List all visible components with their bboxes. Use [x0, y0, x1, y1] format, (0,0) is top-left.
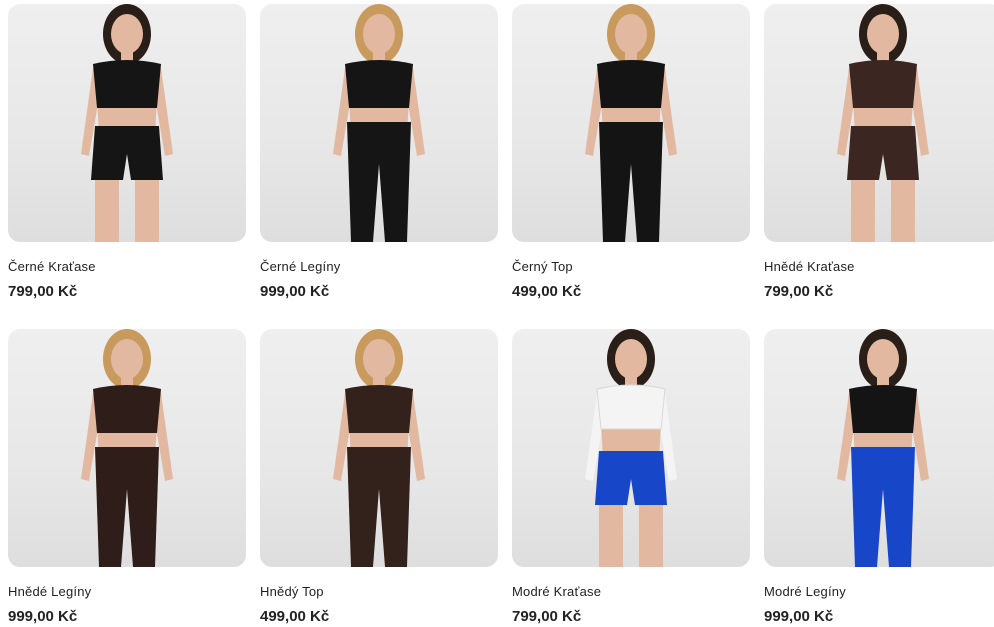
head: [111, 339, 143, 379]
product-price: 799,00 Kč: [764, 283, 834, 300]
head: [615, 339, 647, 379]
product-image[interactable]: [8, 4, 246, 242]
product-name[interactable]: Modré Kraťase: [512, 583, 750, 601]
model-black-shorts: [81, 4, 173, 242]
product-image[interactable]: [260, 329, 498, 567]
top-garment: [596, 384, 666, 430]
product-name[interactable]: Černé Kraťase: [8, 258, 246, 276]
product-name[interactable]: Černý Top: [512, 258, 750, 276]
product-image[interactable]: [512, 329, 750, 567]
product-card[interactable]: Černý Top 499,00 Kč: [512, 4, 750, 302]
head: [363, 339, 395, 379]
leggings: [599, 122, 663, 242]
product-price: 999,00 Kč: [8, 608, 78, 625]
top-garment: [93, 60, 161, 108]
product-card[interactable]: Modré Kraťase 799,00 Kč: [512, 329, 750, 627]
shorts: [91, 126, 163, 180]
leggings: [347, 447, 411, 567]
product-image[interactable]: [764, 4, 994, 242]
leggings: [851, 447, 915, 567]
head: [615, 14, 647, 54]
product-price: 799,00 Kč: [8, 283, 78, 300]
product-image[interactable]: [512, 4, 750, 242]
left-leg: [599, 505, 623, 567]
left-leg: [95, 180, 119, 242]
model-black-leggings: [333, 4, 425, 242]
head: [111, 14, 143, 54]
product-name[interactable]: Hnědé Kraťase: [764, 258, 994, 276]
product-price: 999,00 Kč: [260, 283, 330, 300]
model-blue-shorts: [585, 329, 677, 567]
right-leg: [891, 180, 915, 242]
product-card[interactable]: Hnědý Top 499,00 Kč: [260, 329, 498, 627]
right-leg: [135, 180, 159, 242]
model-brown-top: [333, 329, 425, 567]
product-price: 799,00 Kč: [512, 608, 582, 625]
model-blue-leggings: [837, 329, 929, 567]
leggings: [347, 122, 411, 242]
product-name[interactable]: Hnědý Top: [260, 583, 498, 601]
top-garment: [597, 60, 665, 108]
model-black-top: [585, 4, 677, 242]
shorts: [847, 126, 919, 180]
product-card[interactable]: Černé Kraťase 799,00 Kč: [8, 4, 246, 302]
product-card[interactable]: Hnědé Kraťase 799,00 Kč: [764, 4, 994, 302]
left-leg: [851, 180, 875, 242]
top-garment: [345, 60, 413, 108]
product-name[interactable]: Hnědé Legíny: [8, 583, 246, 601]
product-card[interactable]: Hnědé Legíny 999,00 Kč: [8, 329, 246, 627]
product-image[interactable]: [764, 329, 994, 567]
top-garment: [849, 60, 917, 108]
head: [867, 14, 899, 54]
product-price: 499,00 Kč: [260, 608, 330, 625]
head: [867, 339, 899, 379]
head: [363, 14, 395, 54]
leggings: [95, 447, 159, 567]
product-price: 999,00 Kč: [764, 608, 834, 625]
product-name[interactable]: Černé Legíny: [260, 258, 498, 276]
product-grid: Černé Kraťase 799,00 Kč Černé Legíny 999…: [0, 0, 994, 627]
model-brown-leggings: [81, 329, 173, 567]
product-image[interactable]: [8, 329, 246, 567]
top-garment: [849, 385, 917, 433]
top-garment: [345, 385, 413, 433]
product-price: 499,00 Kč: [512, 283, 582, 300]
shorts: [595, 451, 667, 505]
product-card[interactable]: Černé Legíny 999,00 Kč: [260, 4, 498, 302]
product-image[interactable]: [260, 4, 498, 242]
product-card[interactable]: Modré Legíny 999,00 Kč: [764, 329, 994, 627]
right-leg: [639, 505, 663, 567]
top-garment: [93, 385, 161, 433]
product-name[interactable]: Modré Legíny: [764, 583, 994, 601]
model-brown-shorts: [837, 4, 929, 242]
